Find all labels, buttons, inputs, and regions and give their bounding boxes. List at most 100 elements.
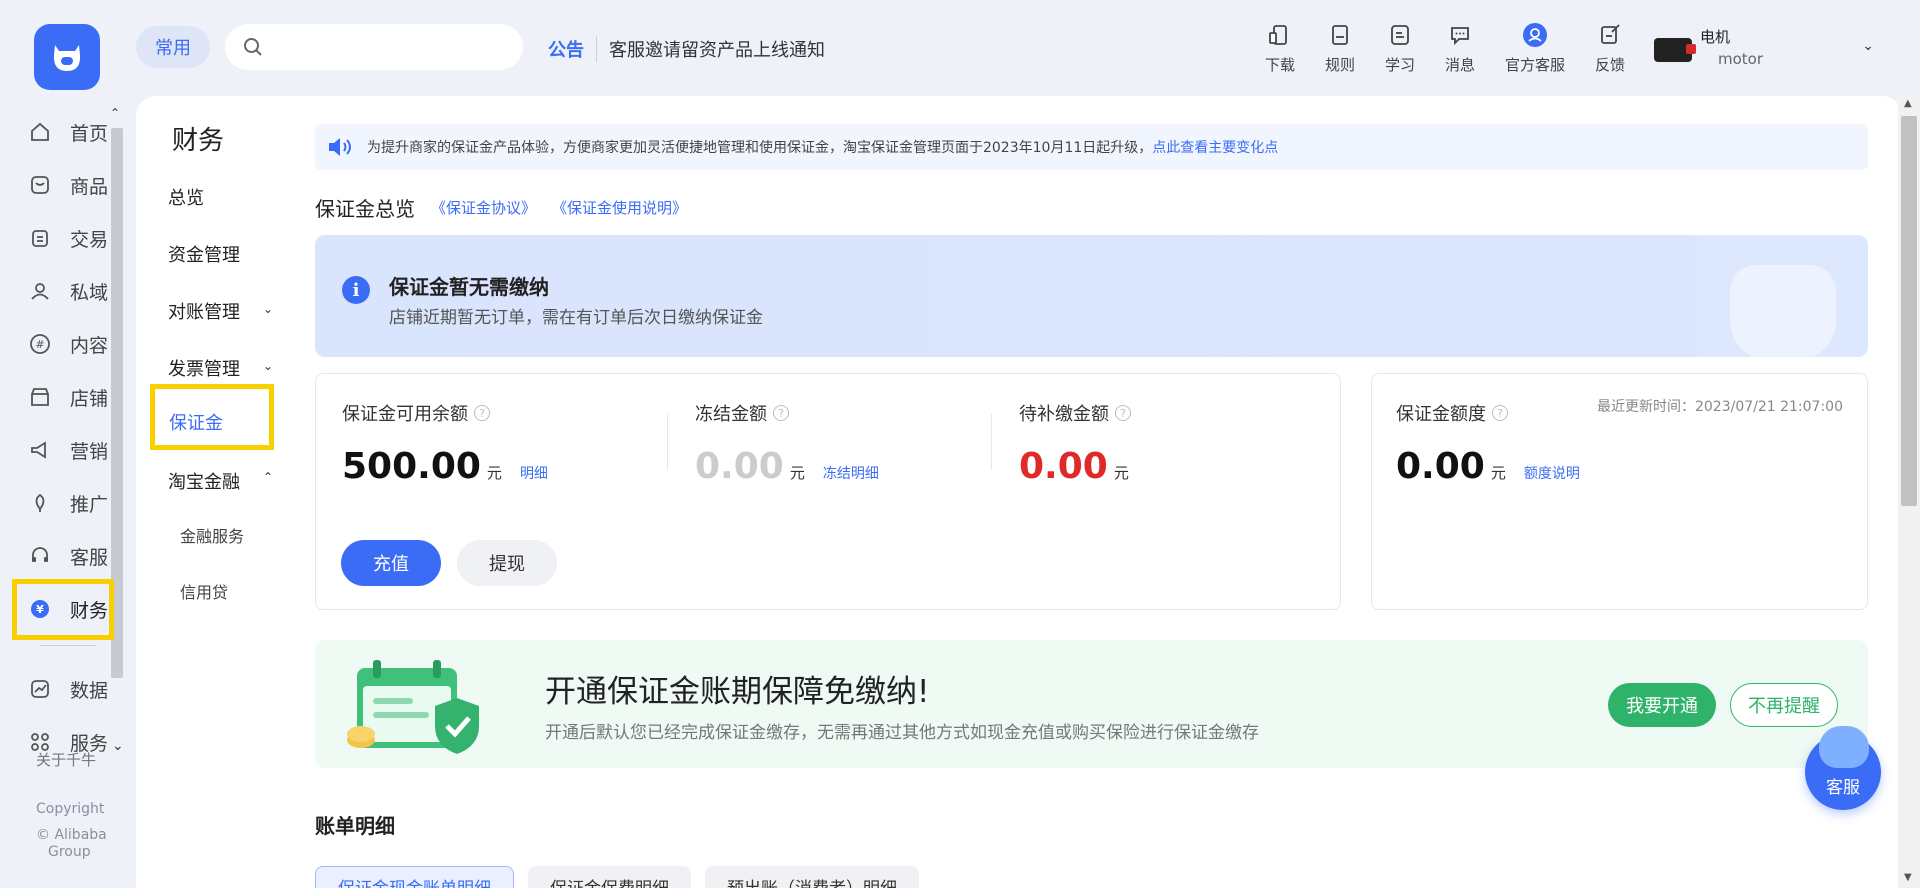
info-icon: i xyxy=(342,276,370,304)
metric-label: 待补缴金额 xyxy=(1019,404,1109,425)
tool-rules[interactable]: 规则 xyxy=(1310,22,1370,75)
help-icon[interactable]: ? xyxy=(474,405,490,421)
common-button[interactable]: 常用 xyxy=(136,26,210,68)
metric-label: 冻结金额 xyxy=(695,404,767,425)
bill-title: 账单明细 xyxy=(315,814,395,838)
nav-item-label: 私域 xyxy=(70,281,109,304)
bill-tabs: 保证金现金账单明细 保证金保费明细 预出账（消费者）明细 xyxy=(315,866,933,888)
help-icon[interactable]: ? xyxy=(1492,405,1508,421)
subnav-item-overview[interactable]: 总览 xyxy=(168,184,204,210)
recharge-button[interactable]: 充值 xyxy=(341,540,441,586)
common-label: 常用 xyxy=(155,38,191,59)
nav-item-label: 推广 xyxy=(70,493,109,516)
nav-item-label: 营销 xyxy=(70,440,109,463)
about-link[interactable]: 关于千牛 xyxy=(36,752,96,769)
metric-pending: 待补缴金额? 0.00 元 xyxy=(1019,400,1131,487)
deposit-highlight-box xyxy=(150,384,274,450)
promo-title: 开通保证金账期保障免缴纳! xyxy=(545,674,930,710)
chevron-down-icon[interactable]: ⌄ xyxy=(263,302,273,316)
promo-open-button[interactable]: 我要开通 xyxy=(1608,683,1716,727)
nav-item-private-domain[interactable]: 私域 xyxy=(28,271,118,311)
tab-cash-bill[interactable]: 保证金现金账单明细 xyxy=(315,866,514,888)
tool-rules-label: 规则 xyxy=(1324,56,1355,74)
promotion-icon xyxy=(28,491,52,515)
usage-link[interactable]: 《保证金使用说明》 xyxy=(552,197,687,218)
trade-icon xyxy=(28,226,52,250)
tool-official-service-label: 官方客服 xyxy=(1504,56,1565,74)
notice-text[interactable]: 客服邀请留资产品上线通知 xyxy=(609,36,825,62)
nav-item-label: 首页 xyxy=(70,122,109,145)
withdraw-button[interactable]: 提现 xyxy=(457,540,557,586)
metric-value: 500.00 xyxy=(342,446,481,487)
subnav-item-funds[interactable]: 资金管理 xyxy=(168,241,240,267)
subnav-item-reconciliation[interactable]: 对账管理 xyxy=(168,298,240,324)
chevron-up-icon[interactable]: ⌃ xyxy=(263,470,273,484)
download-icon xyxy=(1267,22,1293,48)
quota-link[interactable]: 额度说明 xyxy=(1524,463,1580,483)
search-box[interactable] xyxy=(225,24,523,70)
tool-download[interactable]: 下载 xyxy=(1250,22,1310,75)
chevron-down-icon[interactable]: ⌄ xyxy=(1862,38,1874,54)
frozen-detail-link[interactable]: 冻结明细 xyxy=(823,463,879,483)
nav-item-customer-service[interactable]: 客服 xyxy=(28,536,118,576)
tool-message-label: 消息 xyxy=(1444,56,1475,74)
shield-icon xyxy=(1730,265,1836,361)
finance-highlight-box xyxy=(12,579,114,640)
detail-link[interactable]: 明细 xyxy=(520,463,548,483)
subnav-item-invoice[interactable]: 发票管理 xyxy=(168,355,240,381)
promo-dismiss-button[interactable]: 不再提醒 xyxy=(1730,683,1838,727)
nav-item-promotion[interactable]: 推广 xyxy=(28,483,118,523)
help-icon[interactable]: ? xyxy=(773,405,789,421)
tool-download-label: 下载 xyxy=(1264,56,1295,74)
nav-item-trade[interactable]: 交易 xyxy=(28,218,118,258)
update-time: 最近更新时间：2023/07/21 21:07:00 xyxy=(1596,399,1843,415)
metric-value: 0.00 xyxy=(695,446,784,487)
quota-value: 0.00 xyxy=(1396,446,1485,487)
metric-divider xyxy=(667,414,668,470)
info-link[interactable]: 点此查看主要变化点 xyxy=(1152,137,1278,157)
nav-item-label: 交易 xyxy=(70,228,109,251)
nav-item-product[interactable]: 商品 xyxy=(28,165,118,205)
store-icon xyxy=(28,385,52,409)
copyright-line-2: © Alibaba xyxy=(36,827,107,843)
help-icon[interactable]: ? xyxy=(1115,405,1131,421)
copyright-line-3: Group xyxy=(48,844,91,860)
subnav-item-finance-service[interactable]: 金融服务 xyxy=(180,523,244,547)
tab-premium[interactable]: 保证金保费明细 xyxy=(528,866,691,888)
scroll-up-icon[interactable]: ▲ xyxy=(1904,98,1912,109)
status-card: i 保证金暂无需缴纳 店铺近期暂无订单，需在有订单后次日缴纳保证金 xyxy=(315,235,1868,361)
top-toolbar: 下载 规则 学习 消息 官方客服 反馈 xyxy=(1250,22,1640,75)
tool-learning[interactable]: 学习 xyxy=(1370,22,1430,75)
status-title: 保证金暂无需缴纳 xyxy=(389,275,549,299)
speaker-icon xyxy=(329,138,351,156)
user-menu[interactable]: 电机 motor ⌄ xyxy=(1654,24,1884,74)
tool-feedback[interactable]: 反馈 xyxy=(1580,22,1640,75)
agreement-link[interactable]: 《保证金协议》 xyxy=(431,197,536,218)
nav-item-store[interactable]: 店铺 xyxy=(28,377,118,417)
feedback-icon xyxy=(1597,22,1623,48)
subnav-item-taobao-finance[interactable]: 淘宝金融 xyxy=(168,468,240,494)
nav-item-label: 数据 xyxy=(70,679,109,702)
chevron-down-icon[interactable]: ⌄ xyxy=(263,359,273,373)
notice-bar[interactable]: 公告 客服邀请留资产品上线通知 xyxy=(548,36,825,62)
subnav-title: 财务 xyxy=(172,126,225,156)
notice-tag: 公告 xyxy=(548,36,597,62)
nav-item-marketing[interactable]: 营销 xyxy=(28,430,118,470)
tool-learning-label: 学习 xyxy=(1384,56,1415,74)
app-logo[interactable] xyxy=(34,24,100,90)
nav-item-content[interactable]: # 内容 xyxy=(28,324,118,364)
promo-banner: 开通保证金账期保障免缴纳! 开通后默认您已经完成保证金缴存，无需再通过其他方式如… xyxy=(315,640,1868,768)
message-icon xyxy=(1447,22,1473,48)
subnav-item-credit-loan[interactable]: 信用贷 xyxy=(180,579,228,603)
nav-item-data[interactable]: 数据 xyxy=(28,669,118,709)
nav-item-home[interactable]: 首页 xyxy=(28,112,118,152)
scroll-down-icon[interactable]: ▼ xyxy=(1904,872,1912,883)
page-scrollbar-thumb[interactable] xyxy=(1901,116,1917,506)
data-icon xyxy=(28,677,52,701)
floating-service-button[interactable]: 客服 xyxy=(1805,726,1881,810)
home-icon xyxy=(28,120,52,144)
tool-message[interactable]: 消息 xyxy=(1430,22,1490,75)
search-input[interactable] xyxy=(273,38,513,56)
tool-official-service[interactable]: 官方客服 xyxy=(1490,22,1580,75)
tab-pre-settlement[interactable]: 预出账（消费者）明细 xyxy=(705,866,919,888)
